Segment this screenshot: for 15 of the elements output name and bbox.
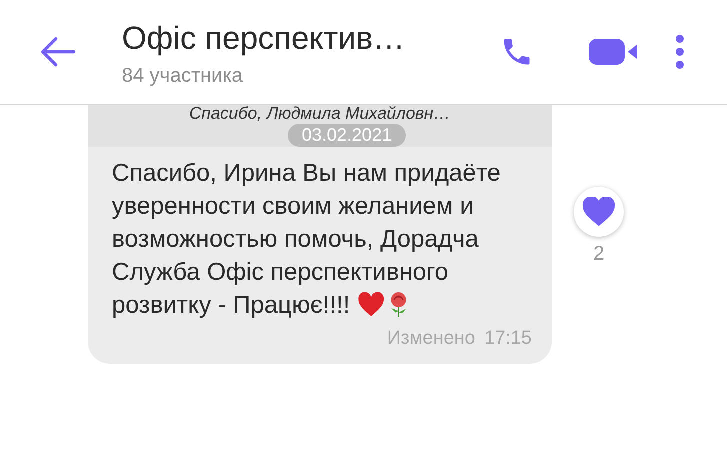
message-text: Спасибо, Ирина Вы нам придаёте уверенности своим желанием и возможностью помочь, Дорадча Служба Офіс перспективного розвитку - Працює!!!! [112,159,502,321]
date-badge: 03.02.2021 [288,124,406,147]
heart-icon [356,291,386,318]
like-button[interactable] [574,187,624,237]
member-count: 84 участника [122,65,244,88]
back-button[interactable] [40,36,76,68]
back-arrow-icon [40,36,76,68]
message-time: 17:15 [484,328,532,350]
quote-text: Спасибо, Людмила Михайловн… [189,105,451,123]
chat-title: Офіс перспектив… [122,20,406,57]
like-count: 2 [593,243,605,266]
edited-label: Изменено [387,328,476,350]
more-icon [675,34,685,70]
heart-icon [582,197,616,227]
more-button[interactable] [675,34,685,70]
